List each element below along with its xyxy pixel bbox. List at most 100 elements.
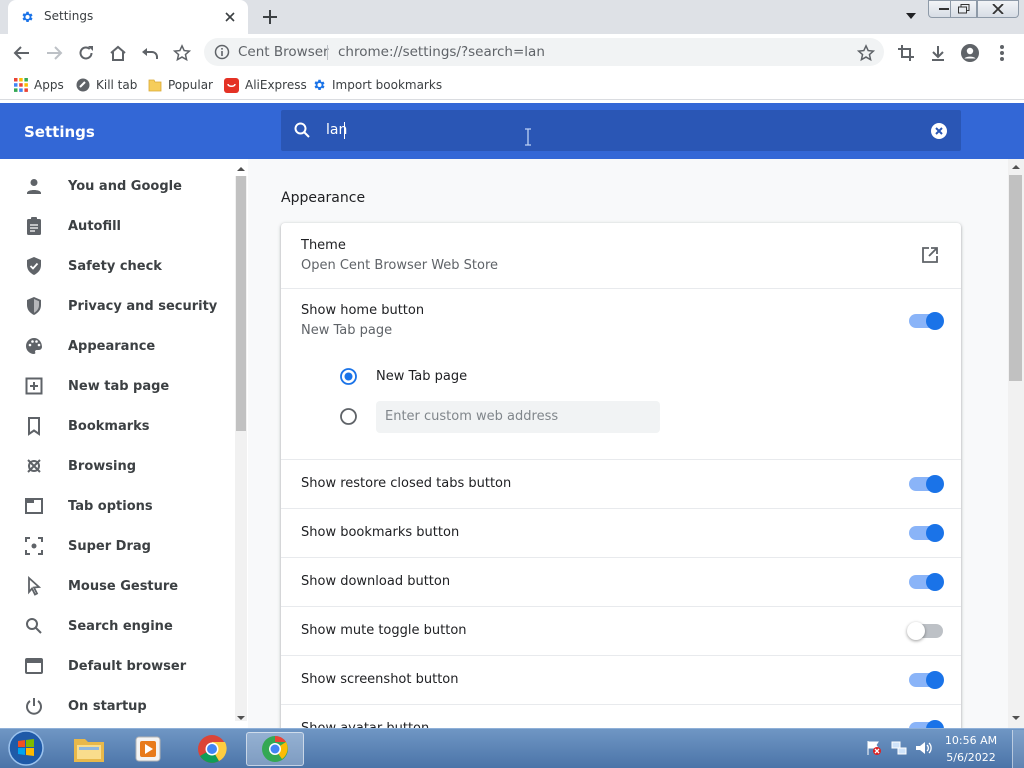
scroll-up-arrow-icon[interactable] bbox=[1011, 163, 1021, 171]
bookmark-popular[interactable]: Popular bbox=[148, 76, 213, 94]
sidebar-item-default-browser[interactable]: Default browser bbox=[0, 646, 232, 686]
window-restore-button[interactable] bbox=[950, 0, 977, 18]
show-desktop-button[interactable] bbox=[1012, 730, 1024, 768]
sidebar-item-search-engine[interactable]: Search engine bbox=[0, 606, 232, 646]
window-close-button[interactable] bbox=[977, 0, 1019, 18]
scroll-down-arrow-icon[interactable] bbox=[1011, 714, 1021, 722]
toggle-knob bbox=[926, 312, 944, 330]
clear-search-icon[interactable] bbox=[930, 122, 948, 140]
shield-check-icon bbox=[27, 257, 41, 275]
tab-settings[interactable]: Settings bbox=[8, 0, 248, 34]
folder-icon bbox=[148, 78, 162, 92]
radio-new-tab-page[interactable] bbox=[340, 368, 357, 385]
start-button[interactable] bbox=[6, 729, 46, 767]
tab-search-dropdown-icon[interactable] bbox=[906, 12, 916, 20]
sidebar-item-label: Bookmarks bbox=[68, 418, 150, 434]
sidebar-item-label: Appearance bbox=[68, 338, 156, 354]
menu-dots-icon[interactable] bbox=[992, 43, 1012, 63]
bookmark-kill-tab[interactable]: Kill tab bbox=[76, 76, 137, 94]
radio-custom-address[interactable] bbox=[340, 408, 357, 425]
sidebar-item-browsing[interactable]: Browsing bbox=[0, 446, 232, 486]
kill-tab-icon bbox=[76, 78, 90, 92]
sidebar-item-label: Mouse Gesture bbox=[68, 578, 179, 594]
settings-search-input[interactable] bbox=[281, 110, 961, 151]
main-scrollbar-thumb[interactable] bbox=[1009, 175, 1022, 381]
bookmark-icon bbox=[28, 417, 40, 436]
bookmark-label: Import bookmarks bbox=[332, 78, 443, 92]
bookmark-aliexpress[interactable]: AliExpress bbox=[224, 76, 307, 94]
sidebar-item-bookmarks[interactable]: Bookmarks bbox=[0, 406, 232, 446]
forward-arrow-icon[interactable] bbox=[44, 43, 64, 63]
open-external-icon[interactable] bbox=[921, 246, 939, 264]
home-button-sublabel: New Tab page bbox=[301, 323, 393, 338]
sidebar-item-label: Privacy and security bbox=[68, 298, 218, 314]
home-icon[interactable] bbox=[108, 43, 128, 63]
info-icon[interactable] bbox=[214, 44, 230, 60]
bookmark-label: Popular bbox=[168, 78, 213, 92]
section-title: Appearance bbox=[281, 190, 366, 206]
sidebar-item-super-drag[interactable]: Super Drag bbox=[0, 526, 232, 566]
gear-icon bbox=[20, 10, 34, 24]
person-icon bbox=[27, 179, 41, 194]
taskbar-chrome[interactable] bbox=[183, 732, 241, 766]
network-icon[interactable] bbox=[891, 740, 907, 756]
theme-label: Theme bbox=[301, 238, 346, 253]
scroll-up-arrow-icon[interactable] bbox=[236, 165, 246, 173]
undo-close-tab-icon[interactable] bbox=[140, 43, 160, 63]
sidebar-item-label: On startup bbox=[68, 698, 147, 714]
bookmark-label: AliExpress bbox=[245, 78, 307, 92]
screenshot-button-toggle[interactable] bbox=[909, 671, 944, 689]
toggle-label: Show download button bbox=[301, 574, 451, 589]
download-button-toggle[interactable] bbox=[909, 573, 944, 591]
volume-icon[interactable] bbox=[915, 740, 933, 756]
sidebar-item-safety-check[interactable]: Safety check bbox=[0, 246, 232, 286]
sidebar-item-autofill[interactable]: Autofill bbox=[0, 206, 232, 246]
scroll-down-arrow-icon[interactable] bbox=[236, 714, 246, 722]
toggle-label: Show mute toggle button bbox=[301, 623, 467, 638]
download-icon[interactable] bbox=[928, 43, 948, 63]
text-caret bbox=[344, 122, 345, 139]
new-tab-button[interactable] bbox=[260, 7, 280, 27]
mute-toggle-button-toggle[interactable] bbox=[907, 622, 943, 640]
home-button-toggle[interactable] bbox=[909, 312, 944, 330]
sidebar-item-label: Tab options bbox=[68, 498, 153, 514]
sidebar-item-tab-options[interactable]: Tab options bbox=[0, 486, 232, 526]
text-cursor-icon bbox=[524, 128, 532, 146]
url-text[interactable]: chrome://settings/?search=lan bbox=[338, 44, 545, 60]
divider bbox=[281, 288, 961, 289]
clock-time[interactable]: 10:56 AM bbox=[942, 734, 1000, 747]
bookmark-import-bookmarks[interactable]: Import bookmarks bbox=[312, 76, 442, 94]
clock-date[interactable]: 5/6/2022 bbox=[942, 751, 1000, 764]
avatar-icon[interactable] bbox=[960, 43, 980, 63]
sidebar-scrollbar-thumb[interactable] bbox=[236, 176, 246, 431]
sidebar-item-mouse-gesture[interactable]: Mouse Gesture bbox=[0, 566, 232, 606]
bookmarks-button-toggle[interactable] bbox=[909, 524, 944, 542]
theme-sublabel: Open Cent Browser Web Store bbox=[301, 258, 499, 273]
divider bbox=[281, 459, 961, 460]
divider bbox=[281, 606, 961, 607]
taskbar-file-explorer[interactable] bbox=[60, 732, 118, 766]
clipboard-icon bbox=[27, 217, 41, 235]
taskbar-media-player[interactable] bbox=[120, 732, 178, 766]
toggle-knob bbox=[907, 622, 925, 640]
bookmark-apps[interactable]: Apps bbox=[14, 76, 64, 94]
screenshot-crop-icon[interactable] bbox=[896, 43, 916, 63]
sidebar-item-appearance[interactable]: Appearance bbox=[0, 326, 232, 366]
taskbar-cent-browser[interactable] bbox=[246, 732, 304, 766]
action-center-flag-icon[interactable] bbox=[866, 740, 882, 756]
star-icon[interactable] bbox=[172, 43, 192, 63]
sidebar-item-on-startup[interactable]: On startup bbox=[0, 686, 232, 726]
super-drag-icon bbox=[25, 537, 43, 555]
sidebar-item-privacy-and-security[interactable]: Privacy and security bbox=[0, 286, 232, 326]
sidebar-item-new-tab-page[interactable]: New tab page bbox=[0, 366, 232, 406]
back-arrow-icon[interactable] bbox=[12, 43, 32, 63]
restore-closed-tabs-toggle[interactable] bbox=[909, 475, 944, 493]
bookmark-star-icon[interactable] bbox=[856, 43, 876, 63]
bookmark-label: Apps bbox=[34, 78, 64, 92]
sidebar-item-you-and-google[interactable]: You and Google bbox=[0, 166, 232, 206]
close-icon[interactable] bbox=[222, 9, 238, 25]
sidebar-item-label: Default browser bbox=[68, 658, 187, 674]
sidebar-item-label: You and Google bbox=[68, 178, 182, 194]
reload-icon[interactable] bbox=[76, 43, 96, 63]
palette-icon bbox=[26, 338, 42, 354]
